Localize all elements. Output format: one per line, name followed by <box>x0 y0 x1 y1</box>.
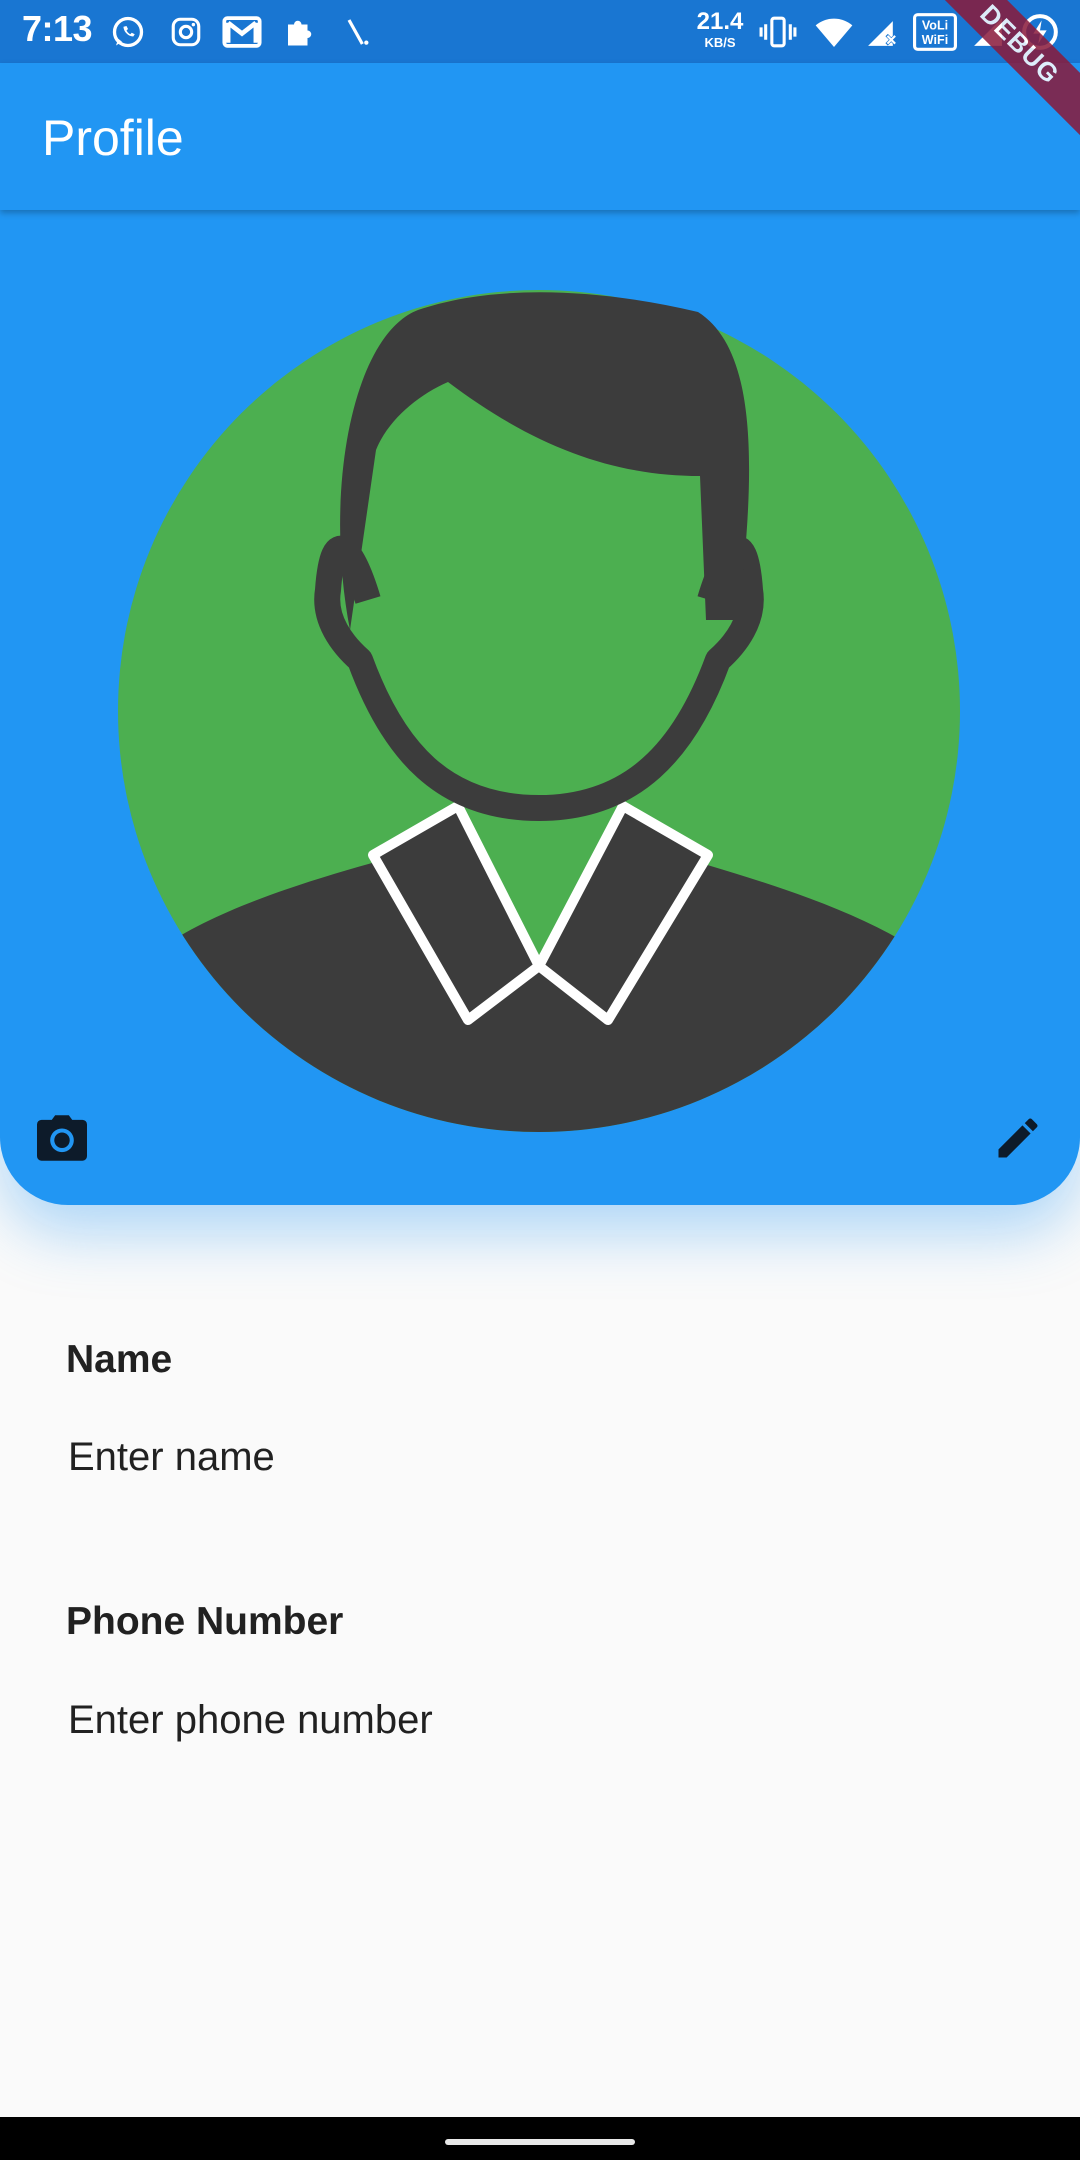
edit-button[interactable] <box>988 1108 1048 1168</box>
svg-text:WiFi: WiFi <box>922 33 948 47</box>
pencil-icon <box>998 1118 1038 1158</box>
page-title: Profile <box>42 110 184 166</box>
whatsapp-icon <box>108 12 148 52</box>
home-gesture-handle[interactable] <box>445 2139 635 2145</box>
network-speed-value: 21.4 <box>696 8 744 35</box>
system-nav-bar <box>0 2117 1080 2160</box>
network-speed-unit: KB/S <box>704 35 736 50</box>
app-bar: Profile <box>0 63 1080 210</box>
name-input[interactable] <box>66 1422 1014 1492</box>
camera-button[interactable] <box>32 1108 92 1168</box>
instagram-icon <box>166 12 206 52</box>
phone-label: Phone Number <box>66 1600 344 1643</box>
network-speed: 21.4 KB/S <box>692 8 748 50</box>
camera-icon <box>37 1115 87 1161</box>
gmail-icon <box>220 12 264 52</box>
status-time: 7:13 <box>22 8 93 49</box>
vowifi-icon: VoLi WiFi <box>912 12 958 52</box>
svg-text:VoLi: VoLi <box>922 19 948 33</box>
cell-signal-x-icon <box>862 12 902 52</box>
name-label: Name <box>66 1338 173 1381</box>
phone-input[interactable] <box>66 1685 1014 1755</box>
user-avatar-icon[interactable] <box>118 290 960 1132</box>
puzzle-icon <box>280 12 320 52</box>
vibrate-icon <box>756 12 800 52</box>
status-bar: 7:13 21.4 KB/S VoLi WiFi <box>0 0 1080 63</box>
profile-header <box>0 210 1080 1205</box>
wifi-icon <box>812 12 856 52</box>
signal-slash-icon <box>340 12 374 52</box>
